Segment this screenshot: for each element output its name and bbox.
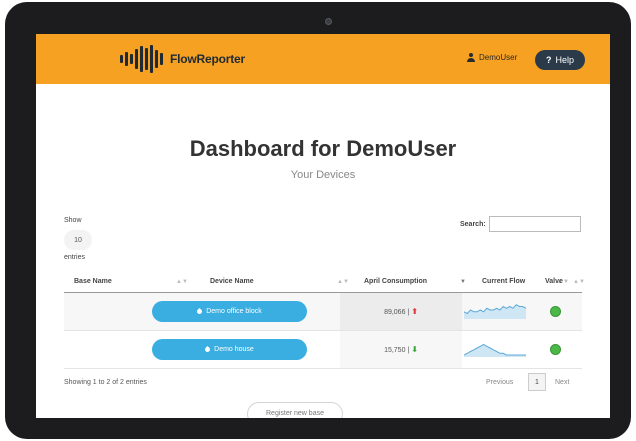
device-button[interactable]: Demo office block [152,301,307,322]
pagination-previous[interactable]: Previous [486,379,513,386]
consumption-separator: | [407,347,410,354]
consumption-amount: 15,750 [384,347,406,354]
page-length-select[interactable]: 10 [64,230,92,250]
top-navbar: FlowReporter DemoUser ? Help [36,34,610,84]
valve-status-indicator[interactable] [550,344,561,355]
sort-icon[interactable]: ▲▼ [337,279,349,285]
user-icon [467,53,475,62]
help-button[interactable]: ? Help [535,50,585,70]
app-logo[interactable]: FlowReporter [120,45,245,73]
current-flow-sparkline [464,304,526,319]
sort-icon[interactable]: ▲▼ [176,279,188,285]
entries-label: entries [64,254,86,261]
device-name: Demo house [214,346,254,353]
sort-icon[interactable]: ▲▼ [573,279,585,285]
consumption-separator: | [407,309,410,316]
table-info: Showing 1 to 2 of 2 entries [64,379,147,386]
table-header: Base Name ▲▼ Device Name ▲▼ April Consum… [64,274,585,293]
pagination-page-1[interactable]: 1 [528,373,546,391]
question-mark-icon: ? [545,55,552,65]
trend-up-icon: ⬆ [411,307,418,316]
table-row: Demo house 15,750 | ⬇ [64,331,582,369]
help-label: Help [555,55,574,65]
water-drop-icon [196,307,204,316]
table-row: Demo office block 89,066 | ⬆ [64,293,582,331]
column-header-device-name[interactable]: Device Name [210,278,254,285]
water-drop-icon [204,345,212,354]
page-subtitle: Your Devices [290,169,356,181]
show-label: Show [64,217,82,224]
column-header-april-consumption[interactable]: April Consumption [364,278,427,285]
register-new-base-button[interactable]: Register new base [247,402,343,418]
devices-table: Base Name ▲▼ Device Name ▲▼ April Consum… [64,274,585,369]
sort-desc-icon[interactable]: ▼ [460,279,466,285]
current-flow-sparkline [464,343,526,357]
column-header-current-flow[interactable]: Current Flow [482,278,525,285]
device-button[interactable]: Demo house [152,339,307,360]
search-input[interactable] [489,216,581,232]
search-label: Search: [460,221,486,228]
consumption-value: 15,750 | ⬇ [340,345,462,354]
valve-status-indicator[interactable] [550,306,561,317]
page-title: Dashboard for DemoUser [189,136,457,161]
consumption-amount: 89,066 [384,309,406,316]
user-menu[interactable]: DemoUser [467,53,517,62]
column-header-valve[interactable]: Valve [545,278,563,285]
pagination-next[interactable]: Next [555,379,569,386]
trend-down-icon: ⬇ [411,345,418,354]
device-name: Demo office block [206,308,262,315]
column-header-base-name[interactable]: Base Name [74,278,112,285]
flow-bars-logo-icon [120,45,163,73]
app-name: FlowReporter [170,52,245,66]
consumption-value: 89,066 | ⬆ [340,307,462,316]
app-screen: FlowReporter DemoUser ? Help Dashboard f… [36,34,610,418]
user-name: DemoUser [479,53,518,62]
camera-icon [325,18,332,25]
